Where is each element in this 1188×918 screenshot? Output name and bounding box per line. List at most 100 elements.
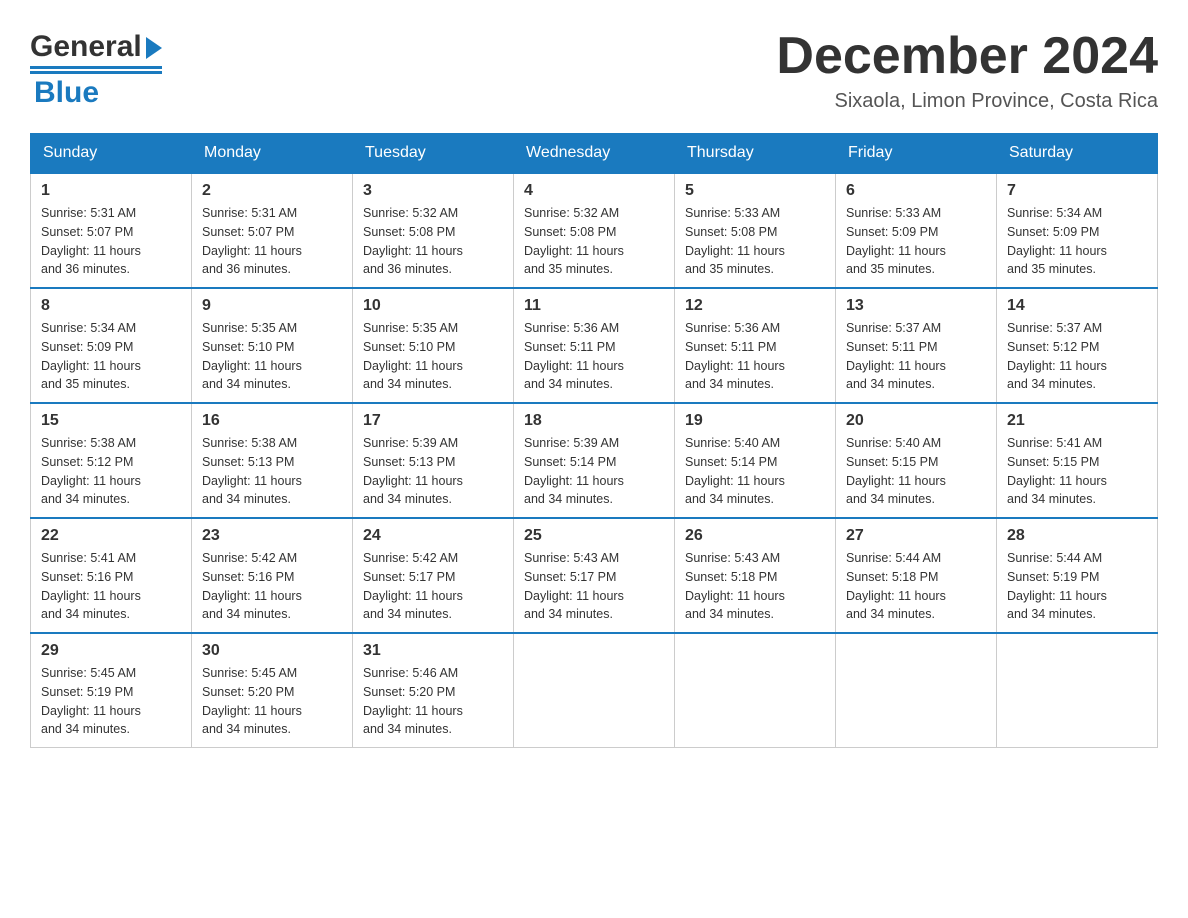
calendar-cell: 14 Sunrise: 5:37 AM Sunset: 5:12 PM Dayl… [997,288,1158,403]
logo-general-row: General [30,30,162,64]
logo-general-text: General [30,30,142,64]
day-info: Sunrise: 5:34 AM Sunset: 5:09 PM Dayligh… [41,319,181,394]
day-info: Sunrise: 5:43 AM Sunset: 5:18 PM Dayligh… [685,549,825,624]
calendar-cell: 10 Sunrise: 5:35 AM Sunset: 5:10 PM Dayl… [353,288,514,403]
calendar-week-5: 29 Sunrise: 5:45 AM Sunset: 5:19 PM Dayl… [31,633,1158,748]
day-info: Sunrise: 5:33 AM Sunset: 5:08 PM Dayligh… [685,204,825,279]
calendar-cell: 31 Sunrise: 5:46 AM Sunset: 5:20 PM Dayl… [353,633,514,748]
day-number: 3 [363,182,503,200]
day-info: Sunrise: 5:37 AM Sunset: 5:12 PM Dayligh… [1007,319,1147,394]
day-number: 14 [1007,297,1147,315]
day-info: Sunrise: 5:37 AM Sunset: 5:11 PM Dayligh… [846,319,986,394]
day-info: Sunrise: 5:38 AM Sunset: 5:13 PM Dayligh… [202,434,342,509]
calendar-cell [997,633,1158,748]
calendar-cell: 3 Sunrise: 5:32 AM Sunset: 5:08 PM Dayli… [353,173,514,288]
day-info: Sunrise: 5:41 AM Sunset: 5:15 PM Dayligh… [1007,434,1147,509]
day-number: 6 [846,182,986,200]
calendar-cell: 28 Sunrise: 5:44 AM Sunset: 5:19 PM Dayl… [997,518,1158,633]
calendar-week-2: 8 Sunrise: 5:34 AM Sunset: 5:09 PM Dayli… [31,288,1158,403]
calendar-cell: 24 Sunrise: 5:42 AM Sunset: 5:17 PM Dayl… [353,518,514,633]
calendar-cell: 25 Sunrise: 5:43 AM Sunset: 5:17 PM Dayl… [514,518,675,633]
day-info: Sunrise: 5:31 AM Sunset: 5:07 PM Dayligh… [41,204,181,279]
calendar-cell: 12 Sunrise: 5:36 AM Sunset: 5:11 PM Dayl… [675,288,836,403]
day-info: Sunrise: 5:44 AM Sunset: 5:18 PM Dayligh… [846,549,986,624]
day-number: 18 [524,412,664,430]
calendar-cell: 5 Sunrise: 5:33 AM Sunset: 5:08 PM Dayli… [675,173,836,288]
calendar-cell: 9 Sunrise: 5:35 AM Sunset: 5:10 PM Dayli… [192,288,353,403]
day-number: 10 [363,297,503,315]
calendar-cell: 29 Sunrise: 5:45 AM Sunset: 5:19 PM Dayl… [31,633,192,748]
day-info: Sunrise: 5:39 AM Sunset: 5:13 PM Dayligh… [363,434,503,509]
logo: General Blue [30,30,162,110]
calendar-cell: 7 Sunrise: 5:34 AM Sunset: 5:09 PM Dayli… [997,173,1158,288]
day-number: 11 [524,297,664,315]
calendar-week-3: 15 Sunrise: 5:38 AM Sunset: 5:12 PM Dayl… [31,403,1158,518]
col-thursday: Thursday [675,134,836,174]
calendar-cell: 27 Sunrise: 5:44 AM Sunset: 5:18 PM Dayl… [836,518,997,633]
day-number: 2 [202,182,342,200]
day-info: Sunrise: 5:33 AM Sunset: 5:09 PM Dayligh… [846,204,986,279]
calendar-week-4: 22 Sunrise: 5:41 AM Sunset: 5:16 PM Dayl… [31,518,1158,633]
calendar-cell [514,633,675,748]
day-number: 29 [41,642,181,660]
logo-blue-text: Blue [30,71,162,110]
day-number: 16 [202,412,342,430]
calendar-cell: 4 Sunrise: 5:32 AM Sunset: 5:08 PM Dayli… [514,173,675,288]
day-info: Sunrise: 5:31 AM Sunset: 5:07 PM Dayligh… [202,204,342,279]
day-number: 22 [41,527,181,545]
calendar-cell [675,633,836,748]
day-number: 25 [524,527,664,545]
day-number: 9 [202,297,342,315]
day-number: 8 [41,297,181,315]
page-header: General Blue December 2024 Sixaola, Limo… [30,30,1158,113]
day-info: Sunrise: 5:35 AM Sunset: 5:10 PM Dayligh… [202,319,342,394]
day-info: Sunrise: 5:36 AM Sunset: 5:11 PM Dayligh… [685,319,825,394]
day-info: Sunrise: 5:32 AM Sunset: 5:08 PM Dayligh… [363,204,503,279]
day-info: Sunrise: 5:35 AM Sunset: 5:10 PM Dayligh… [363,319,503,394]
calendar-cell: 6 Sunrise: 5:33 AM Sunset: 5:09 PM Dayli… [836,173,997,288]
day-number: 13 [846,297,986,315]
calendar-cell: 11 Sunrise: 5:36 AM Sunset: 5:11 PM Dayl… [514,288,675,403]
day-info: Sunrise: 5:44 AM Sunset: 5:19 PM Dayligh… [1007,549,1147,624]
day-info: Sunrise: 5:38 AM Sunset: 5:12 PM Dayligh… [41,434,181,509]
day-number: 31 [363,642,503,660]
day-info: Sunrise: 5:40 AM Sunset: 5:14 PM Dayligh… [685,434,825,509]
calendar-cell: 2 Sunrise: 5:31 AM Sunset: 5:07 PM Dayli… [192,173,353,288]
day-number: 4 [524,182,664,200]
calendar-cell: 20 Sunrise: 5:40 AM Sunset: 5:15 PM Dayl… [836,403,997,518]
day-info: Sunrise: 5:36 AM Sunset: 5:11 PM Dayligh… [524,319,664,394]
month-title: December 2024 [776,30,1158,82]
day-info: Sunrise: 5:32 AM Sunset: 5:08 PM Dayligh… [524,204,664,279]
day-number: 27 [846,527,986,545]
day-info: Sunrise: 5:39 AM Sunset: 5:14 PM Dayligh… [524,434,664,509]
col-tuesday: Tuesday [353,134,514,174]
calendar-cell: 18 Sunrise: 5:39 AM Sunset: 5:14 PM Dayl… [514,403,675,518]
day-info: Sunrise: 5:43 AM Sunset: 5:17 PM Dayligh… [524,549,664,624]
calendar-cell: 13 Sunrise: 5:37 AM Sunset: 5:11 PM Dayl… [836,288,997,403]
calendar-cell: 17 Sunrise: 5:39 AM Sunset: 5:13 PM Dayl… [353,403,514,518]
calendar-cell: 26 Sunrise: 5:43 AM Sunset: 5:18 PM Dayl… [675,518,836,633]
day-number: 26 [685,527,825,545]
day-number: 12 [685,297,825,315]
day-number: 15 [41,412,181,430]
day-info: Sunrise: 5:45 AM Sunset: 5:20 PM Dayligh… [202,664,342,739]
day-number: 17 [363,412,503,430]
day-info: Sunrise: 5:40 AM Sunset: 5:15 PM Dayligh… [846,434,986,509]
calendar-cell: 15 Sunrise: 5:38 AM Sunset: 5:12 PM Dayl… [31,403,192,518]
calendar-cell: 23 Sunrise: 5:42 AM Sunset: 5:16 PM Dayl… [192,518,353,633]
day-number: 28 [1007,527,1147,545]
day-number: 1 [41,182,181,200]
calendar-cell: 21 Sunrise: 5:41 AM Sunset: 5:15 PM Dayl… [997,403,1158,518]
day-number: 24 [363,527,503,545]
calendar-cell: 8 Sunrise: 5:34 AM Sunset: 5:09 PM Dayli… [31,288,192,403]
day-number: 21 [1007,412,1147,430]
calendar-cell: 1 Sunrise: 5:31 AM Sunset: 5:07 PM Dayli… [31,173,192,288]
day-number: 7 [1007,182,1147,200]
calendar-header-row: Sunday Monday Tuesday Wednesday Thursday… [31,134,1158,174]
col-wednesday: Wednesday [514,134,675,174]
title-section: December 2024 Sixaola, Limon Province, C… [776,30,1158,113]
day-number: 30 [202,642,342,660]
day-number: 19 [685,412,825,430]
day-info: Sunrise: 5:34 AM Sunset: 5:09 PM Dayligh… [1007,204,1147,279]
day-number: 23 [202,527,342,545]
